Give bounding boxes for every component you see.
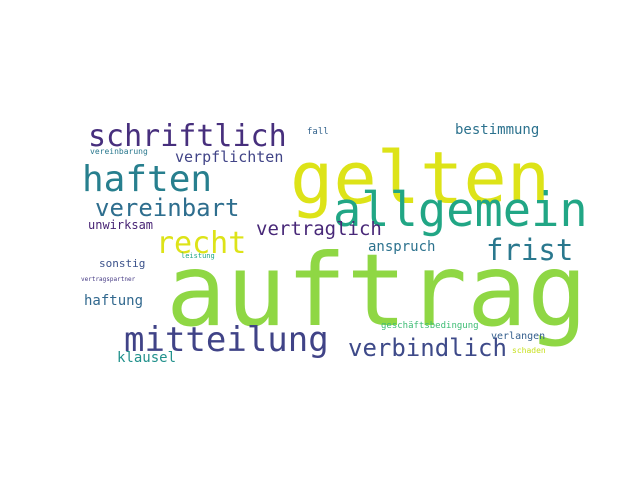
word-vertraglich: vertraglich <box>256 217 382 240</box>
word-vereinbarung: vereinbarung <box>90 146 148 156</box>
word-sonstig: sonstig <box>99 256 146 270</box>
word-klausel: klausel <box>117 350 177 367</box>
word-schaden: schaden <box>512 345 546 355</box>
word-verlangen: verlangen <box>491 331 546 343</box>
word-verpflichten: verpflichten <box>175 147 284 166</box>
word-fall: fall <box>307 127 329 138</box>
word-unwirksam: unwirksam <box>88 217 154 232</box>
word-cloud: auftrag gelten allgemein mitteilung schr… <box>0 0 640 480</box>
word-bestimmung: bestimmung <box>455 122 540 139</box>
word-haften: haften <box>82 158 213 200</box>
word-haftung: haftung <box>84 293 144 310</box>
word-anspruch: anspruch <box>368 239 436 256</box>
word-frist: frist <box>486 232 574 267</box>
word-vertragspartner: vertragspartner <box>81 276 136 284</box>
word-geschaeftsbedingung: geschäftsbedingung <box>381 321 479 332</box>
word-leistung: leistung <box>181 251 215 260</box>
word-vereinbart: vereinbart <box>95 193 240 222</box>
word-verbindlich: verbindlich <box>348 333 507 362</box>
